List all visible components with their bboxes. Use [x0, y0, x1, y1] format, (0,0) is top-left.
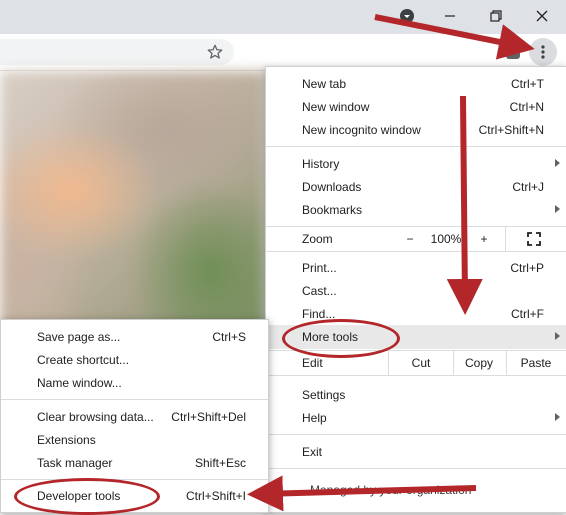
menu-item-label: Help [302, 410, 327, 425]
menu-item-bookmarks[interactable]: Bookmarks [266, 198, 566, 221]
submenu-item-extensions[interactable]: Extensions [1, 428, 268, 451]
menu-item-label: Save page as... [37, 329, 121, 344]
minimize-icon[interactable] [436, 6, 464, 26]
submenu-item-save-page[interactable]: Save page as... Ctrl+S [1, 325, 268, 348]
chevron-right-icon [555, 159, 560, 167]
kebab-menu-icon[interactable] [529, 38, 557, 66]
paste-button[interactable]: Paste [507, 351, 565, 375]
menu-item-settings[interactable]: Settings [266, 383, 566, 406]
copy-button[interactable]: Copy [454, 351, 504, 375]
profile-dropdown-icon[interactable] [393, 6, 421, 26]
menu-item-label: Name window... [37, 375, 122, 390]
menu-item-zoom: Zoom − 100% + [266, 227, 566, 251]
menu-item-shortcut: Ctrl+S [212, 329, 246, 344]
highlight-more-tools [282, 319, 400, 358]
title-bar [0, 0, 566, 34]
menu-item-label: History [302, 156, 340, 171]
menu-item-shortcut: Ctrl+Shift+Del [171, 409, 246, 424]
menu-divider [266, 251, 566, 252]
submenu-item-clear-browsing[interactable]: Clear browsing data... Ctrl+Shift+Del [1, 405, 268, 428]
menu-item-shortcut: Ctrl+F [511, 306, 544, 321]
menu-divider [266, 375, 566, 376]
extension-icon[interactable] [506, 45, 520, 59]
star-icon[interactable] [206, 43, 224, 61]
menu-divider [266, 468, 566, 469]
menu-item-shortcut: Ctrl+N [509, 99, 544, 114]
submenu-item-name-window[interactable]: Name window... [1, 371, 268, 394]
zoom-in-button[interactable]: + [476, 227, 492, 251]
zoom-out-button[interactable]: − [402, 227, 418, 251]
menu-item-shortcut: Ctrl+J [512, 179, 544, 194]
menu-divider [266, 146, 566, 147]
submenu-item-create-shortcut[interactable]: Create shortcut... [1, 348, 268, 371]
address-bar[interactable] [0, 39, 234, 65]
menu-item-shortcut: Ctrl+P [510, 260, 544, 275]
menu-item-shortcut: Ctrl+Shift+I [185, 488, 246, 503]
menu-item-history[interactable]: History [266, 152, 566, 175]
menu-divider [1, 399, 268, 400]
menu-item-shortcut: Ctrl+T [511, 76, 544, 91]
chrome-main-menu: New tab Ctrl+T New window Ctrl+N New inc… [265, 66, 566, 513]
menu-divider [1, 479, 268, 480]
menu-item-shortcut: Ctrl+Shift+N [478, 122, 544, 137]
menu-item-label: Downloads [302, 179, 362, 194]
zoom-level: 100% [430, 232, 462, 246]
menu-item-new-incognito[interactable]: New incognito window Ctrl+Shift+N [266, 118, 566, 141]
menu-item-label: Edit [302, 356, 323, 370]
menu-item-label: Cast... [302, 283, 337, 298]
blurred-image [0, 71, 266, 331]
cut-button[interactable]: Cut [389, 351, 453, 375]
menu-item-new-window[interactable]: New window Ctrl+N [266, 95, 566, 118]
menu-item-exit[interactable]: Exit [266, 440, 566, 463]
menu-item-help[interactable]: Help [266, 406, 566, 429]
chevron-right-icon [555, 205, 560, 213]
menu-item-label: New window [302, 99, 370, 114]
menu-item-label: Settings [302, 387, 346, 402]
menu-item-print[interactable]: Print... Ctrl+P [266, 256, 566, 279]
menu-item-managed[interactable]: Managed by your organization [266, 478, 566, 501]
menu-divider [266, 434, 566, 435]
menu-item-label: New tab [302, 76, 347, 91]
menu-item-label: New incognito window [302, 122, 421, 137]
menu-item-cast[interactable]: Cast... [266, 279, 566, 302]
menu-item-label: Extensions [37, 432, 96, 447]
chevron-right-icon [555, 413, 560, 421]
chevron-right-icon [555, 332, 560, 340]
menu-item-label: Bookmarks [302, 202, 363, 217]
highlight-developer-tools [14, 478, 160, 515]
menu-item-label: Managed by your organization [310, 482, 472, 497]
menu-item-label: Task manager [37, 455, 113, 470]
submenu-item-task-manager[interactable]: Task manager Shift+Esc [1, 451, 268, 474]
maximize-icon[interactable] [482, 6, 510, 26]
menu-item-new-tab[interactable]: New tab Ctrl+T [266, 72, 566, 95]
menu-item-shortcut: Shift+Esc [194, 455, 246, 470]
zoom-divider [505, 227, 506, 251]
menu-item-label: Clear browsing data... [37, 409, 154, 424]
fullscreen-icon[interactable] [524, 227, 544, 251]
menu-item-label: Create shortcut... [37, 352, 130, 367]
menu-item-downloads[interactable]: Downloads Ctrl+J [266, 175, 566, 198]
close-icon[interactable] [528, 6, 556, 26]
menu-item-label: Exit [302, 444, 323, 459]
menu-item-label: Zoom [302, 232, 333, 246]
menu-item-label: Print... [302, 260, 337, 275]
